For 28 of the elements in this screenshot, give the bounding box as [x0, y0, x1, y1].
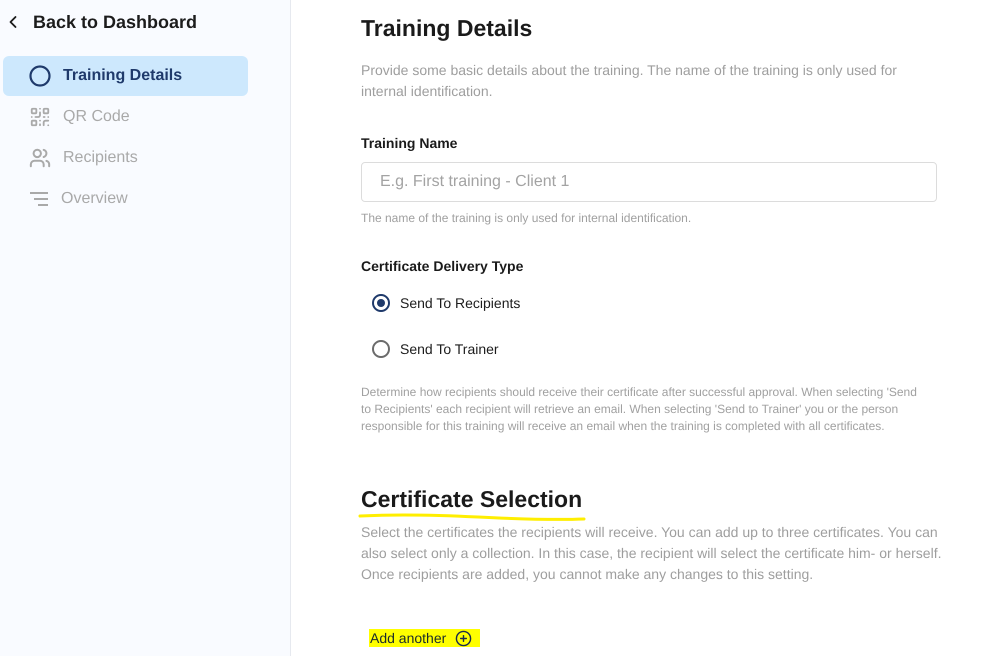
- nav-item-label: Recipients: [63, 149, 138, 167]
- radio-option[interactable]: Send To Trainer: [361, 331, 520, 367]
- section-title: Certificate Selection: [361, 485, 582, 514]
- page-title: Training Details: [361, 14, 532, 43]
- nav-item-label: QR Code: [63, 108, 130, 126]
- add-circle-icon: [455, 630, 472, 646]
- section-description: Provide some basic details about the training. The name of the training is only used for internal identification.: [361, 61, 898, 101]
- field-hint: Determine how recipients should receive their certificate after successful approval. When selecting 'Send to Recipients' each recipient will retrieve an email. When selecting 'Send to Trainer' you or the person responsible for this training will receive an email when the training is completed with all certificates.: [361, 384, 918, 435]
- field-hint: The name of the training is only used for internal identification.: [361, 210, 692, 227]
- list-icon: [29, 192, 49, 206]
- radio-selected-icon[interactable]: [372, 294, 390, 312]
- back-to-dashboard-link[interactable]: Back to Dashboard: [3, 9, 198, 35]
- sidebar-nav-item[interactable]: Training Details: [3, 56, 248, 96]
- field-label: Training Name: [361, 134, 458, 153]
- back-link-label: Back to Dashboard: [33, 12, 198, 32]
- circle-icon: [29, 65, 51, 87]
- radio-label: Send To Recipients: [400, 295, 520, 311]
- section-description: Select the certificates the recipients will receive. You can add up to three certificates. You can also select only a collection. In this case, the recipient will select the certificate him- or herself. Once recipients are added, you cannot make any changes to this setting.: [361, 523, 942, 584]
- nav-item-label: Training Details: [63, 67, 182, 85]
- radio-label: Send To Trainer: [400, 341, 499, 357]
- radio-option[interactable]: Send To Recipients: [361, 285, 520, 321]
- field-label: Certificate Delivery Type: [361, 257, 524, 276]
- qr-code-icon: [29, 106, 51, 128]
- nav-item-label: Overview: [61, 190, 128, 208]
- users-icon: [29, 147, 51, 169]
- training-name-input[interactable]: E.g. First training - Client 1: [361, 162, 937, 202]
- radio-empty-icon[interactable]: [372, 340, 390, 358]
- add-another-button[interactable]: Add another: [369, 629, 480, 647]
